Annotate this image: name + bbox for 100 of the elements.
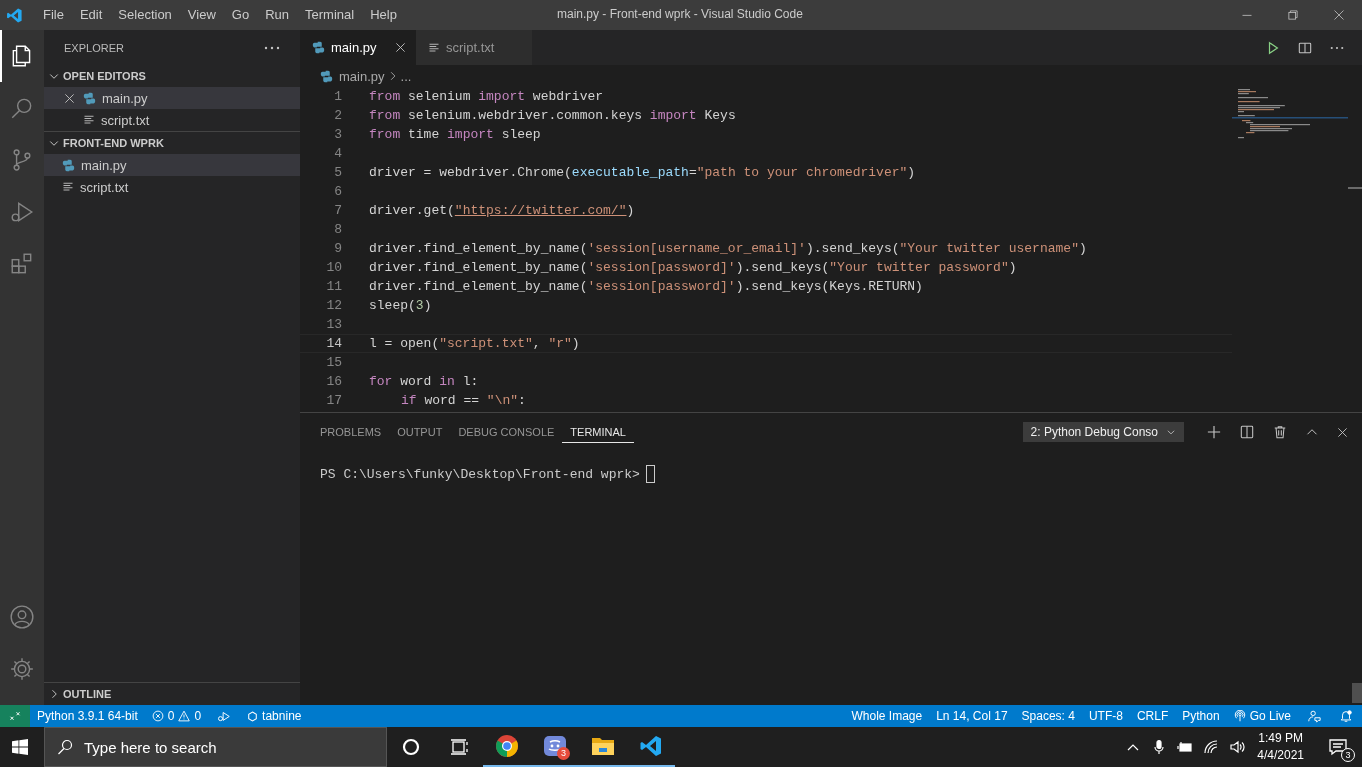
menu-item[interactable]: File (35, 0, 72, 30)
wifi-icon[interactable] (1203, 739, 1220, 755)
code-line: for word in l: (369, 374, 479, 389)
warning-icon[interactable] (178, 710, 191, 722)
status-item[interactable]: Python 3.9.1 64-bit (30, 709, 145, 723)
text-file-icon (62, 181, 74, 193)
code-line: driver.find_element_by_name('session[username_or_email]').send_keys("Your twitter username") (369, 241, 1087, 256)
code-line: l = open("script.txt", "r") (369, 336, 580, 351)
editor-tab[interactable]: script.txt (416, 30, 532, 65)
restore-icon[interactable] (1287, 9, 1299, 21)
taskbar-app-button[interactable]: 3 (531, 727, 579, 767)
breadcrumb-item[interactable]: main.py (339, 68, 385, 84)
panel-tab[interactable]: TERMINAL (562, 421, 634, 443)
more-icon[interactable] (1330, 45, 1344, 50)
hexagon-icon[interactable] (247, 710, 259, 722)
code-line: from selenium import webdriver (369, 89, 604, 104)
status-item[interactable]: Spaces: 4 (1014, 709, 1082, 723)
chat-app-icon (543, 734, 567, 758)
file-name: script.txt (80, 179, 129, 195)
battery-icon[interactable] (1177, 739, 1194, 755)
line-number: 7 (333, 203, 342, 218)
code-line: driver.find_element_by_name('session[password]').send_keys("Your twitter password") (369, 260, 1017, 275)
sidebar-title: EXPLORER (64, 41, 124, 54)
clock[interactable]: 1:49 PM 4/4/2021 (1257, 730, 1304, 764)
editor-tab[interactable]: main.py (300, 30, 416, 65)
panel-tab[interactable]: OUTPUT (389, 421, 451, 443)
tree-row[interactable]: main.py (44, 87, 300, 109)
tree-row[interactable]: script.txt (44, 176, 300, 198)
close-icon[interactable] (64, 92, 75, 104)
split-terminal-icon[interactable] (1240, 425, 1254, 439)
more-icon[interactable] (264, 45, 280, 50)
menu-item[interactable]: Edit (71, 0, 111, 30)
notification-badge: 3 (557, 747, 570, 760)
remote-icon (9, 710, 21, 722)
close-icon[interactable] (1337, 426, 1348, 438)
code-line: from time import sleep (369, 127, 541, 142)
terminal-prompt: PS C:\Users\funky\Desktop\Front-end wprk> (320, 466, 640, 482)
line-number: 12 (325, 298, 342, 313)
warning-count[interactable]: 0 (194, 709, 202, 723)
line-number: 3 (333, 127, 342, 142)
line-number: 13 (325, 317, 342, 332)
go-live-button[interactable]: Go Live (1249, 709, 1291, 723)
tree-row[interactable]: main.py (44, 154, 300, 176)
menu-item[interactable]: Help (362, 0, 405, 30)
run-icon[interactable] (1266, 40, 1280, 55)
line-number: 9 (333, 241, 342, 256)
terminal-cursor (645, 465, 655, 483)
line-number: 14 (325, 336, 342, 351)
code-line: driver.get("https://twitter.com/") (369, 203, 635, 218)
menu-item[interactable]: Go (223, 0, 258, 30)
panel-tab[interactable]: PROBLEMS (312, 421, 390, 443)
python-file-icon (312, 41, 325, 54)
line-number: 1 (333, 89, 342, 104)
menu-item[interactable]: View (179, 0, 224, 30)
python-file-icon (320, 69, 333, 83)
add-icon[interactable] (1207, 425, 1221, 439)
notification-bell-icon[interactable] (1339, 709, 1353, 723)
scrollbar-thumb[interactable] (1352, 683, 1362, 703)
code-editor-icon (639, 734, 663, 758)
tree-row[interactable]: script.txt (44, 109, 300, 131)
scrollbar-thumb[interactable] (1348, 187, 1362, 189)
status-item[interactable]: tabnine (262, 709, 302, 723)
panel-tab[interactable]: DEBUG CONSOLE (450, 421, 563, 443)
line-number: 5 (333, 165, 342, 180)
status-item[interactable]: CRLF (1129, 709, 1176, 723)
status-item[interactable]: UTF-8 (1081, 709, 1130, 723)
code-line: sleep(3) (369, 298, 432, 313)
python-file-icon (62, 158, 75, 172)
broadcast-icon[interactable] (1233, 710, 1246, 722)
section-header[interactable]: FRONT-END WPRK (44, 132, 300, 154)
notification-icon[interactable] (1328, 737, 1348, 757)
terminal-dropdown[interactable]: 2: Python Debug Conso (1022, 422, 1184, 442)
file-name: script.txt (101, 112, 150, 128)
menu-item[interactable]: Run (257, 0, 297, 30)
close-icon[interactable] (395, 42, 406, 53)
close-icon[interactable] (1333, 9, 1345, 21)
trash-icon[interactable] (1273, 425, 1287, 439)
window-title: main.py - Front-end wprk - Visual Studio Code (557, 6, 803, 23)
line-number: 11 (325, 279, 342, 294)
error-icon[interactable] (151, 710, 164, 722)
menu-item[interactable]: Terminal (297, 0, 363, 30)
split-editor-icon[interactable] (1298, 40, 1312, 55)
status-item[interactable]: Whole Image (844, 709, 930, 723)
chevron-down-icon (1166, 427, 1176, 437)
start-button[interactable] (12, 739, 28, 755)
line-number: 2 (333, 108, 342, 123)
file-name: main.py (102, 90, 148, 106)
volume-icon[interactable] (1229, 739, 1246, 755)
breadcrumb-item[interactable]: ... (400, 68, 412, 84)
taskbar-search-field[interactable]: Type here to search (44, 727, 387, 767)
status-item[interactable]: Ln 14, Col 17 (929, 709, 1015, 723)
debug-icon[interactable] (217, 709, 232, 723)
status-item[interactable]: Python (1175, 709, 1227, 723)
menu-item[interactable]: Selection (110, 0, 180, 30)
task-view-icon (449, 737, 469, 757)
code-line: if word == "\n": (400, 393, 526, 408)
line-number: 4 (333, 146, 342, 161)
section-header[interactable]: OPEN EDITORS (44, 65, 300, 87)
error-count[interactable]: 0 (167, 709, 175, 723)
feedback-icon[interactable] (1307, 709, 1321, 723)
